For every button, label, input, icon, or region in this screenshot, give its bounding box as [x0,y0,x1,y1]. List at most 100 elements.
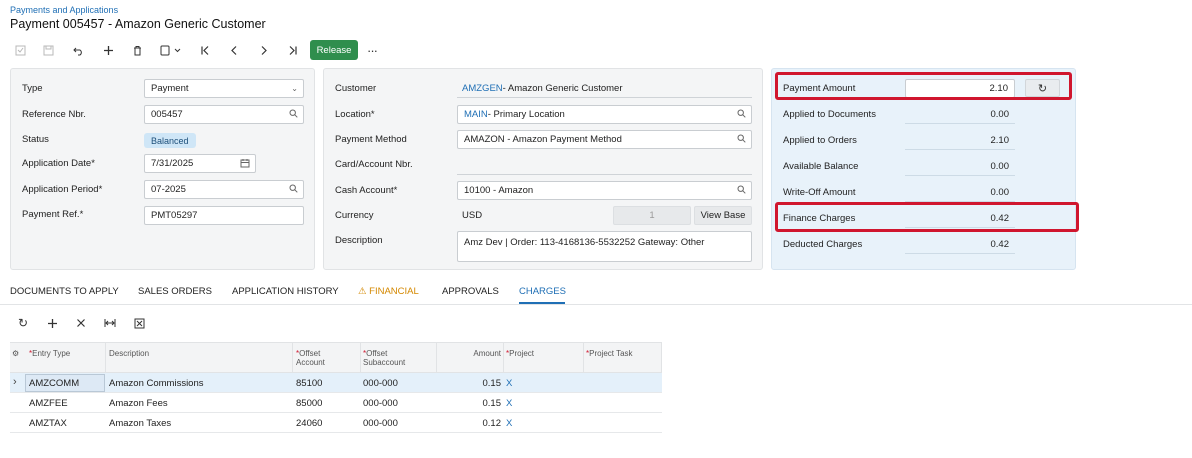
page-title: Payment 005457 - Amazon Generic Customer [10,17,266,31]
calendar-icon[interactable] [240,158,250,171]
write-off-amount-label: Write-Off Amount [783,187,856,198]
offset-subaccount-cell[interactable]: 000-000 [363,413,398,433]
offset-subaccount-cell[interactable]: 000-000 [363,373,398,393]
card-account-label: Card/Account Nbr. [335,159,413,170]
document-summary-panel: Type Payment ⌄ Reference Nbr. 005457 Sta… [10,68,315,270]
offset-subaccount-cell[interactable]: 000-000 [363,393,398,413]
payment-ref-field[interactable]: PMT05297 [144,206,304,225]
add-icon[interactable] [98,40,118,60]
type-value: Payment [151,83,189,94]
tab-financial[interactable]: ⚠ FINANCIAL [358,286,419,297]
amount-cell[interactable]: 0.12 [440,413,502,433]
tab-charges[interactable]: CHARGES [519,286,566,297]
payment-method-label: Payment Method [335,134,407,145]
search-icon[interactable] [289,109,298,121]
column-offset-account[interactable]: *Offset Account [296,349,325,367]
offset-account-cell[interactable]: 85000 [296,393,322,413]
cash-account-field[interactable]: 10100 - Amazon [457,181,752,200]
application-period-field[interactable]: 07-2025 [144,180,304,199]
application-date-field[interactable]: 7/31/2025 [144,154,256,173]
delete-icon[interactable] [127,40,147,60]
search-icon[interactable] [289,184,298,196]
applied-documents-value: 0.00 [905,105,1015,124]
location-field[interactable]: MAIN - Primary Location [457,105,752,124]
available-balance-label: Available Balance [783,161,859,172]
search-icon[interactable] [737,109,746,121]
type-select[interactable]: Payment ⌄ [144,79,304,98]
warning-icon: ⚠ [358,286,367,297]
reference-nbr-label: Reference Nbr. [22,109,86,120]
column-project[interactable]: *Project [506,349,534,358]
breadcrumb[interactable]: Payments and Applications [10,5,118,15]
description-cell[interactable]: Amazon Taxes [109,413,171,433]
customer-code-link[interactable]: AMZGEN [462,83,503,94]
entry-type-cell[interactable]: AMZFEE [29,393,68,413]
release-button[interactable]: Release [310,40,358,60]
tab-sales-orders[interactable]: SALES ORDERS [138,286,212,297]
add-row-icon[interactable] [44,315,60,331]
offset-account-cell[interactable]: 24060 [296,413,322,433]
column-offset-subaccount[interactable]: *Offset Subaccount [363,349,405,367]
available-balance-value: 0.00 [905,157,1015,176]
column-entry-type[interactable]: *Entry Type [29,349,70,358]
column-separator [360,343,361,374]
payment-method-field[interactable]: AMAZON - Amazon Payment Method [457,130,752,149]
table-row[interactable]: AMZFEE Amazon Fees 85000 000-000 0.15 X [10,393,662,413]
view-base-button[interactable]: View Base [694,206,752,225]
location-name: - Primary Location [487,109,565,120]
tab-approvals[interactable]: APPROVALS [442,286,499,297]
save-close-icon[interactable] [10,40,30,60]
table-row[interactable]: AMZTAX Amazon Taxes 24060 000-000 0.12 X [10,413,662,433]
export-excel-icon[interactable] [131,315,147,331]
description-field[interactable]: Amz Dev | Order: 113-4168136-5532252 Gat… [457,231,752,262]
column-separator [503,343,504,374]
customer-panel: Customer AMZGEN - Amazon Generic Custome… [323,68,763,270]
project-cell[interactable]: X [506,373,512,393]
description-cell[interactable]: Amazon Fees [109,393,168,413]
payment-amount-highlight [775,72,1072,100]
entry-type-cell[interactable]: AMZCOMM [29,373,79,393]
tab-divider [0,304,1192,305]
refresh-icon[interactable]: ↻ [15,315,31,331]
undo-icon[interactable] [68,40,88,60]
column-settings-icon[interactable]: ⚙ [12,349,19,358]
tab-documents-to-apply[interactable]: DOCUMENTS TO APPLY [10,286,119,297]
search-icon[interactable] [737,185,746,197]
currency-label: Currency [335,210,374,221]
amount-cell[interactable]: 0.15 [440,393,502,413]
payment-ref-value: PMT05297 [151,210,198,221]
more-actions-icon[interactable]: ··· [364,40,380,60]
chevron-down-icon: ⌄ [291,84,298,93]
location-code-link[interactable]: MAIN [464,109,488,120]
table-row[interactable]: › AMZCOMM Amazon Commissions 85100 000-0… [10,373,662,393]
next-record-icon[interactable] [253,40,273,60]
previous-record-icon[interactable] [224,40,244,60]
delete-row-icon[interactable] [73,315,89,331]
description-cell[interactable]: Amazon Commissions [109,373,204,393]
description-label: Description [335,235,383,246]
customer-field[interactable]: AMZGEN - Amazon Generic Customer [457,79,752,98]
reference-nbr-field[interactable]: 005457 [144,105,304,124]
copy-paste-icon[interactable] [156,40,186,60]
project-cell[interactable]: X [506,393,512,413]
offset-account-cell[interactable]: 85100 [296,373,322,393]
entry-type-cell[interactable]: AMZTAX [29,413,67,433]
last-record-icon[interactable] [282,40,302,60]
card-account-field [457,156,752,175]
column-description[interactable]: Description [109,349,149,358]
column-project-task[interactable]: *Project Task [586,349,633,358]
payment-ref-label: Payment Ref. * [22,209,84,220]
finance-charges-highlight [775,202,1079,232]
payment-method-value: AMAZON - Amazon Payment Method [464,134,622,145]
project-cell[interactable]: X [506,413,512,433]
search-icon[interactable] [737,134,746,146]
tab-bar: DOCUMENTS TO APPLY SALES ORDERS APPLICAT… [10,286,610,306]
amount-cell[interactable]: 0.15 [440,373,502,393]
column-amount[interactable]: Amount [440,349,501,358]
type-label: Type [22,83,43,94]
save-icon[interactable] [38,40,58,60]
first-record-icon[interactable] [195,40,215,60]
deducted-charges-value: 0.42 [905,235,1015,254]
fit-columns-icon[interactable] [102,315,118,331]
tab-application-history[interactable]: APPLICATION HISTORY [232,286,339,297]
